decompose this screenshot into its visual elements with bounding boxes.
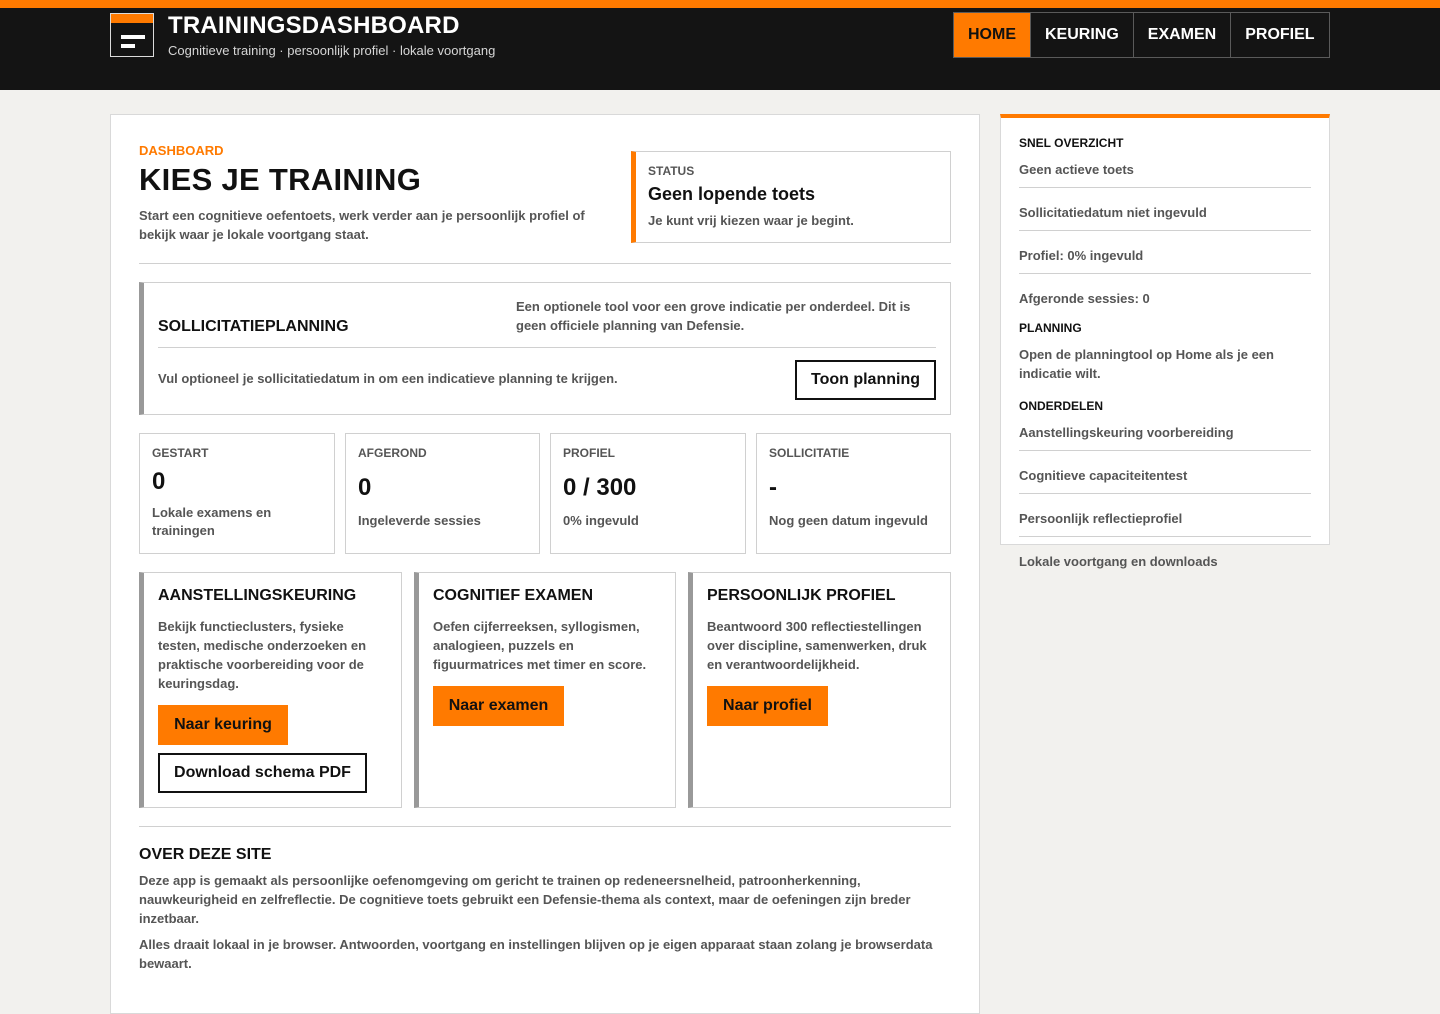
stat-label: SOLLICITATIE xyxy=(769,446,850,460)
to-keuring-button[interactable]: Naar keuring xyxy=(158,705,288,745)
divider xyxy=(139,263,951,264)
stat-application: SOLLICITATIE - Nog geen datum ingevuld xyxy=(756,433,951,554)
to-examen-button[interactable]: Naar examen xyxy=(433,686,564,726)
stat-label: PROFIEL xyxy=(563,446,616,460)
page-title: KIES JE TRAINING xyxy=(139,162,422,197)
divider xyxy=(139,826,951,827)
to-profiel-button[interactable]: Naar profiel xyxy=(707,686,828,726)
parts-heading: ONDERDELEN xyxy=(1019,399,1104,413)
stat-desc: Nog geen datum ingevuld xyxy=(769,513,928,528)
stat-value: 0 xyxy=(152,468,166,495)
status-box: STATUS Geen lopende toets Je kunt vrij k… xyxy=(631,151,951,243)
status-text: Je kunt vrij kiezen waar je begint. xyxy=(648,213,854,228)
about-paragraph: Deze app is gemaakt als persoonlijke oef… xyxy=(139,873,911,926)
accent-top-bar xyxy=(0,0,1440,8)
nav-keuring[interactable]: KEURING xyxy=(1030,13,1133,57)
sidebar: SNEL OVERZICHT Geen actieve toets Sollic… xyxy=(1000,114,1330,569)
planning-sidebar-text: Open de planningtool op Home als je een … xyxy=(1019,347,1274,381)
status-title: Geen lopende toets xyxy=(648,184,816,204)
stat-profile: PROFIEL 0 / 300 0% ingevuld xyxy=(550,433,746,554)
stat-desc: Lokale examens en trainingen xyxy=(152,505,272,538)
nav-profiel[interactable]: PROFIEL xyxy=(1230,13,1328,57)
stat-started: GESTART 0 Lokale examens en trainingen xyxy=(139,433,335,554)
nav-home[interactable]: HOME xyxy=(954,13,1030,57)
site-title: TRAININGSDASHBOARD xyxy=(168,12,460,39)
main-panel: DASHBOARD KIES JE TRAINING Start een cog… xyxy=(110,114,980,1014)
hero-intro: Start een cognitieve oefentoets, werk ve… xyxy=(139,208,585,242)
card-examen: COGNITIEF EXAMEN Oefen cijferreeksen, sy… xyxy=(414,572,676,808)
card-profiel: PERSOONLIJK PROFIEL Beantwoord 300 refle… xyxy=(688,572,951,808)
about-paragraph: Alles draait lokaal in je browser. Antwo… xyxy=(139,937,933,971)
card-title: COGNITIEF EXAMEN xyxy=(433,587,594,604)
planning-heading: PLANNING xyxy=(1019,321,1082,335)
planning-title: SOLLICITATIEPLANNING xyxy=(158,318,349,335)
card-text: Beantwoord 300 reflectiestellingen over … xyxy=(707,619,927,672)
parts-item[interactable]: Persoonlijk reflectieprofiel xyxy=(1019,494,1311,537)
planning-description: Een optionele tool voor een grove indica… xyxy=(516,299,911,333)
overview-item: Sollicitatiedatum niet ingevuld xyxy=(1019,188,1311,231)
overview-item: Geen actieve toets xyxy=(1019,150,1311,188)
overview-item: Profiel: 0% ingevuld xyxy=(1019,231,1311,274)
card-title: AANSTELLINGSKEURING xyxy=(158,587,357,604)
parts-item[interactable]: Lokale voortgang en downloads xyxy=(1019,537,1311,579)
download-schema-button[interactable]: Download schema PDF xyxy=(158,753,367,793)
stat-desc: 0% ingevuld xyxy=(563,513,639,528)
stat-desc: Ingeleverde sessies xyxy=(358,513,481,528)
stat-value: 0 xyxy=(358,474,372,501)
menu-logo-icon[interactable] xyxy=(110,13,154,57)
planning-section: SOLLICITATIEPLANNING Een optionele tool … xyxy=(139,282,951,415)
show-planning-button[interactable]: Toon planning xyxy=(795,360,936,400)
parts-item[interactable]: Aanstellingskeuring voorbereiding xyxy=(1019,413,1311,451)
card-text: Oefen cijferreeksen, syllogismen, analog… xyxy=(433,619,647,672)
card-title: PERSOONLIJK PROFIEL xyxy=(707,587,896,604)
site-header: TRAININGSDASHBOARD Cognitieve training ·… xyxy=(0,8,1440,90)
stat-value: - xyxy=(769,474,777,501)
planning-text: Vul optioneel je sollicitatiedatum in om… xyxy=(158,371,618,386)
card-keuring: AANSTELLINGSKEURING Bekijk functiecluste… xyxy=(139,572,402,808)
status-label: STATUS xyxy=(648,164,695,178)
divider xyxy=(158,347,936,348)
stat-label: GESTART xyxy=(152,446,209,460)
site-subtitle: Cognitieve training · persoonlijk profie… xyxy=(168,43,496,58)
overview-item: Afgeronde sessies: 0 xyxy=(1019,291,1150,306)
parts-item[interactable]: Cognitieve capaciteitentest xyxy=(1019,451,1311,494)
nav-examen[interactable]: EXAMEN xyxy=(1132,13,1230,57)
hero-kicker: DASHBOARD xyxy=(139,143,224,158)
stat-value: 0 / 300 xyxy=(563,474,637,501)
about-title: OVER DEZE SITE xyxy=(139,846,272,863)
card-text: Bekijk functieclusters, fysieke testen, … xyxy=(158,619,367,691)
overview-heading: SNEL OVERZICHT xyxy=(1019,136,1124,150)
stat-completed: AFGEROND 0 Ingeleverde sessies xyxy=(345,433,540,554)
stat-label: AFGEROND xyxy=(358,446,427,460)
main-nav: HOME KEURING EXAMEN PROFIEL xyxy=(953,12,1330,58)
